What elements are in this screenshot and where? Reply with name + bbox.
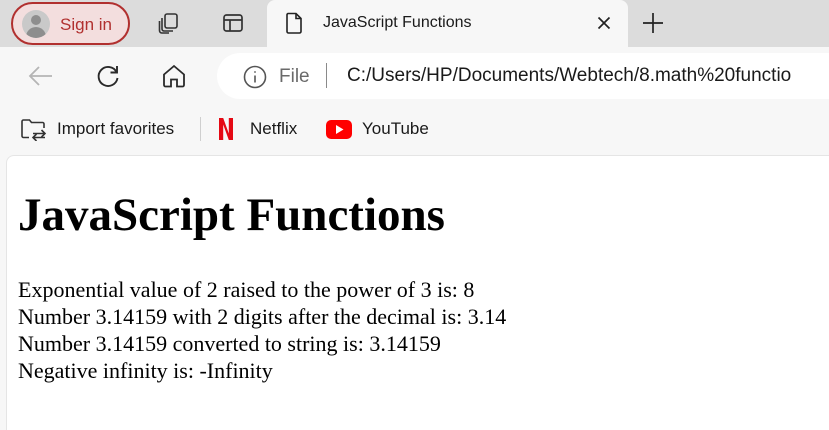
refresh-icon[interactable] [93, 61, 123, 91]
file-scheme-label: File [279, 66, 310, 87]
tab-title: JavaScript Functions [323, 14, 472, 31]
favorite-label: YouTube [362, 119, 429, 138]
favorites-divider [200, 117, 201, 141]
address-bar[interactable]: File C:/Users/HP/Documents/Webtech/8.mat… [217, 53, 829, 99]
output-line-exponential: Exponential value of 2 raised to the pow… [18, 277, 475, 302]
netflix-icon [218, 117, 234, 141]
output-lines: Exponential value of 2 raised to the pow… [18, 276, 506, 384]
favorite-import-favorites[interactable]: Import favorites [20, 115, 174, 143]
favorites-bar: Import favorites Netflix YouTube [0, 105, 829, 153]
document-icon [284, 12, 304, 39]
page-heading: JavaScript Functions [18, 189, 445, 241]
output-line-fixed-decimal: Number 3.14159 with 2 digits after the d… [18, 304, 507, 329]
close-tab-icon[interactable] [592, 11, 616, 35]
import-favorites-icon [20, 117, 47, 141]
youtube-icon [326, 119, 352, 139]
favorite-label: Netflix [250, 119, 298, 138]
profile-sign-in-label: Sign in [60, 15, 112, 34]
navigation-bar: File C:/Users/HP/Documents/Webtech/8.mat… [0, 47, 829, 105]
output-line-to-string: Number 3.14159 converted to string is: 3… [18, 331, 441, 356]
info-icon[interactable] [243, 65, 267, 94]
home-icon[interactable] [159, 61, 189, 91]
vertical-tabs-icon[interactable] [218, 8, 248, 38]
tab-strip: Sign in JavaScript Functions [0, 0, 829, 47]
profile-avatar-icon [22, 10, 50, 38]
favorite-netflix[interactable]: Netflix [218, 115, 297, 143]
new-tab-plus-icon[interactable] [638, 8, 668, 38]
address-divider [326, 63, 327, 88]
workspaces-icon[interactable] [154, 8, 184, 38]
favorite-label: Import favorites [57, 119, 175, 138]
profile-sign-in-button[interactable]: Sign in [11, 2, 130, 45]
output-line-negative-infinity: Negative infinity is: -Infinity [18, 358, 273, 383]
tab-javascript-functions[interactable]: JavaScript Functions [267, 0, 628, 47]
url-text[interactable]: C:/Users/HP/Documents/Webtech/8.math%20f… [347, 65, 791, 87]
page-viewport: JavaScript Functions Exponential value o… [6, 155, 829, 430]
back-arrow-icon[interactable] [26, 61, 56, 91]
favorite-youtube[interactable]: YouTube [326, 115, 429, 143]
